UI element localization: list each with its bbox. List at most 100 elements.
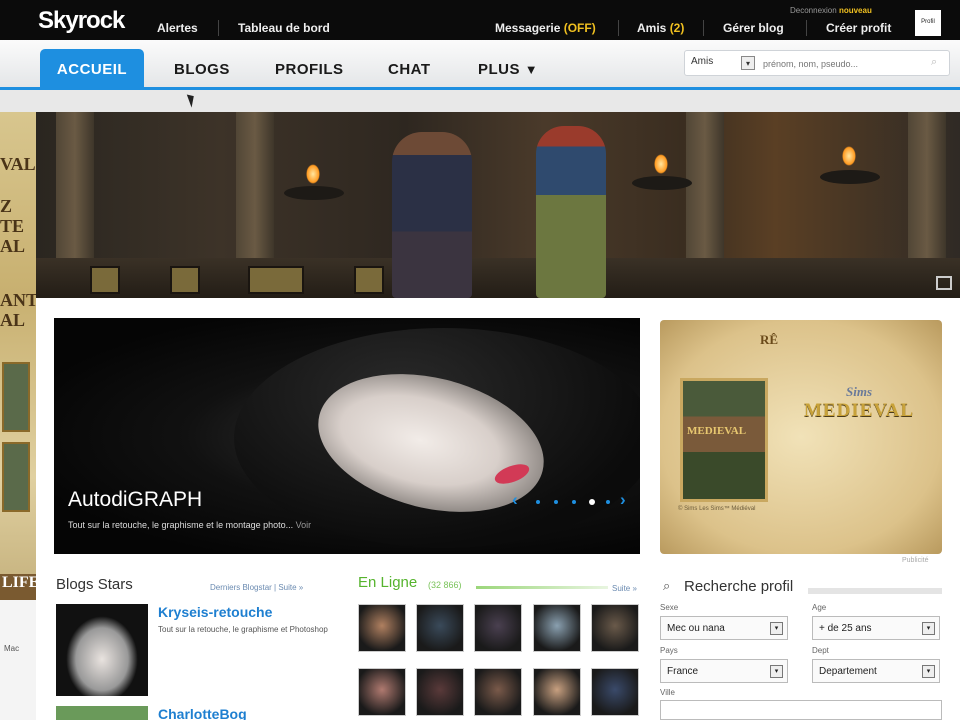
online-member-avatar[interactable]	[358, 604, 406, 652]
divider	[703, 20, 704, 36]
featured-blog-more-link[interactable]: Voir	[296, 520, 312, 530]
flame	[306, 164, 320, 184]
sims-medieval-logo: Sims MEDIEVAL	[800, 384, 918, 422]
divider	[618, 20, 619, 36]
en-ligne-title: En Ligne	[358, 574, 418, 591]
blog-name[interactable]: CharlotteBog	[158, 706, 247, 720]
mouse-cursor-icon	[186, 92, 198, 108]
tab-chat[interactable]: CHAT	[388, 61, 431, 78]
dropdown-arrow-icon[interactable]: ▾	[741, 56, 755, 70]
online-member-avatar[interactable]	[591, 668, 639, 716]
tab-plus[interactable]: PLUS ▼	[478, 61, 538, 78]
messagerie-link[interactable]: Messagerie (OFF)	[495, 21, 596, 35]
deconnexion-link[interactable]: Deconnexion nouveau	[790, 6, 872, 15]
pays-value: France	[667, 666, 699, 677]
online-member-avatar[interactable]	[416, 668, 464, 716]
floor-tile	[354, 266, 384, 294]
ad-text: AL	[0, 236, 26, 256]
deconnexion-label: Deconnexion	[790, 6, 837, 15]
dropdown-arrow-icon[interactable]: ▾	[922, 665, 935, 678]
ad-game-box	[2, 442, 30, 512]
pays-select[interactable]: France ▾	[660, 659, 788, 683]
chevron-down-icon: ▼	[524, 62, 539, 77]
floor-tile	[170, 266, 200, 294]
ad-text: LIFE	[0, 574, 36, 600]
prev-arrow-icon[interactable]: ‹	[512, 490, 518, 510]
blog-description: Tout sur la retouche, le graphisme et Ph…	[158, 625, 328, 634]
online-member-avatar[interactable]	[533, 668, 581, 716]
search-icon: ⌕	[663, 578, 671, 593]
list-item[interactable]: Kryseis-retouche Tout sur la retouche, l…	[56, 604, 346, 700]
search-scope-select[interactable]: Amis	[691, 56, 713, 67]
featured-blog-description: Tout sur la retouche, le graphisme et le…	[68, 520, 311, 530]
messagerie-status: (OFF)	[563, 21, 596, 35]
expand-icon[interactable]	[936, 276, 952, 290]
slider-dot[interactable]	[536, 500, 540, 504]
divider	[806, 20, 807, 36]
flame	[654, 154, 668, 174]
featured-blog-description-text: Tout sur la retouche, le graphisme et le…	[68, 520, 296, 530]
sims-medieval-ad[interactable]: RÊ MEDIEVAL Sims MEDIEVAL © Sims Les Sim…	[660, 320, 942, 554]
featured-blog-slider[interactable]: AutodiGRAPH Tout sur la retouche, le gra…	[54, 318, 640, 554]
search-icon[interactable]: ⌕	[931, 56, 937, 69]
top-bar: Skyrock Alertes Tableau de bord Messager…	[0, 0, 960, 40]
ad-footer: Mac	[0, 600, 36, 720]
dept-select[interactable]: Departement ▾	[812, 659, 940, 683]
age-select[interactable]: + de 25 ans ▾	[812, 616, 940, 640]
slider-dot[interactable]	[606, 500, 610, 504]
tab-accueil[interactable]: ACCUEIL	[40, 49, 144, 90]
slider-dot-active[interactable]	[589, 499, 595, 505]
ad-label: Publicité	[902, 557, 929, 564]
dept-label: Dept	[812, 646, 829, 655]
amis-link[interactable]: Amis (2)	[637, 21, 684, 35]
left-ad-banner[interactable]: VAL Z TE AL ANT AL LIFE Mac	[0, 112, 36, 720]
ad-text: Mac	[4, 644, 20, 653]
torch	[632, 176, 692, 190]
ad-text: Z	[0, 196, 13, 216]
sexe-select[interactable]: Mec ou nana ▾	[660, 616, 788, 640]
avatar[interactable]: Profil	[915, 10, 941, 36]
dept-value: Departement	[819, 666, 877, 677]
blogs-stars-links[interactable]: Derniers Blogstar | Suite »	[210, 583, 303, 592]
blog-name[interactable]: Kryseis-retouche	[158, 604, 272, 620]
ad-text: ANT	[0, 290, 36, 310]
ad-fine-print: © Sims Les Sims™ Médiéval	[678, 506, 756, 512]
divider	[808, 588, 942, 594]
online-member-avatar[interactable]	[533, 604, 581, 652]
online-member-avatar[interactable]	[416, 604, 464, 652]
sexe-value: Mec ou nana	[667, 623, 725, 634]
divider	[476, 586, 608, 589]
gerer-blog-link[interactable]: Gérer blog	[723, 21, 784, 35]
hero-banner[interactable]	[36, 112, 960, 298]
search-input[interactable]	[763, 55, 925, 72]
ad-text: VAL	[0, 154, 36, 174]
creer-profil-link[interactable]: Créer profit	[826, 21, 891, 35]
featured-blog-title[interactable]: AutodiGRAPH	[68, 488, 202, 512]
dropdown-arrow-icon[interactable]: ▾	[770, 665, 783, 678]
age-value: + de 25 ans	[819, 623, 872, 634]
list-item[interactable]: CharlotteBog	[56, 706, 346, 720]
skyrock-logo[interactable]: Skyrock	[38, 7, 125, 35]
ad-text: AL	[0, 310, 26, 330]
slider-dot[interactable]	[554, 500, 558, 504]
alertes-link[interactable]: Alertes	[157, 21, 198, 35]
tableau-de-bord-link[interactable]: Tableau de bord	[238, 21, 330, 35]
online-member-avatar[interactable]	[474, 604, 522, 652]
next-arrow-icon[interactable]: ›	[620, 490, 626, 510]
online-member-avatar[interactable]	[591, 604, 639, 652]
online-member-avatar[interactable]	[358, 668, 406, 716]
tab-profils[interactable]: PROFILS	[275, 61, 344, 78]
sexe-label: Sexe	[660, 603, 679, 612]
ville-input[interactable]	[660, 700, 942, 720]
sims-brand: Sims	[845, 384, 872, 399]
tab-blogs[interactable]: BLOGS	[174, 61, 230, 78]
en-ligne-more-link[interactable]: Suite »	[612, 584, 637, 593]
dropdown-arrow-icon[interactable]: ▾	[770, 622, 783, 635]
blogs-stars-title: Blogs Stars	[56, 576, 133, 593]
blog-thumbnail[interactable]	[56, 706, 148, 720]
blog-thumbnail[interactable]	[56, 604, 148, 696]
slider-dot[interactable]	[572, 500, 576, 504]
online-member-avatar[interactable]	[474, 668, 522, 716]
torch	[284, 186, 344, 200]
dropdown-arrow-icon[interactable]: ▾	[922, 622, 935, 635]
